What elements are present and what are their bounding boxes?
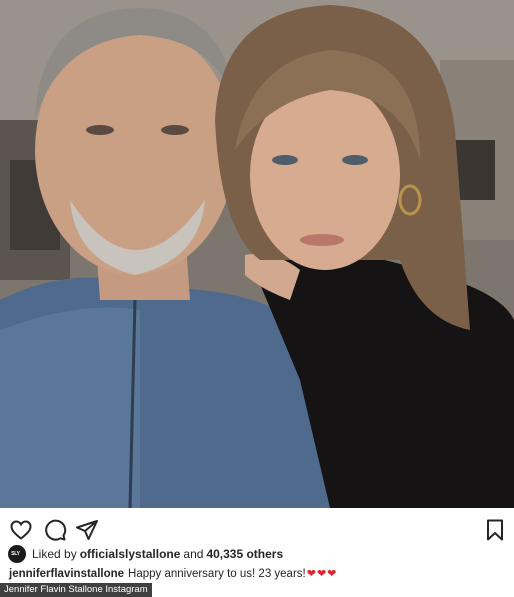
liker-avatar-text: SLY	[11, 551, 20, 557]
post-action-bar	[0, 512, 514, 548]
caption-heart-emoji: ❤	[316, 568, 327, 580]
photo-illustration	[0, 0, 514, 508]
liker-avatar[interactable]: SLY	[8, 545, 26, 563]
caption-heart-emoji: ❤	[327, 568, 337, 580]
comment-bubble-icon[interactable]	[43, 518, 67, 542]
likes-prefix: Liked by	[32, 547, 77, 561]
likes-summary: SLY Liked by officialslystallone and 40,…	[8, 544, 286, 564]
caption-username[interactable]: jenniferflavinstallone	[9, 568, 124, 580]
heart-outline-icon[interactable]	[9, 518, 33, 542]
liker-username[interactable]: officialslystallone	[80, 547, 181, 561]
post-caption: jenniferflavinstallone Happy anniversary…	[9, 567, 337, 581]
likes-connector: and	[183, 547, 204, 561]
post-photo[interactable]	[0, 0, 514, 508]
likes-count[interactable]: 40,335 others	[206, 547, 283, 561]
caption-text: Happy anniversary to us! 23 years!	[128, 567, 306, 580]
bookmark-icon[interactable]	[483, 518, 507, 542]
paper-plane-icon[interactable]	[75, 518, 99, 542]
photo-credit: Jennifer Flavin Stallone Instagram	[0, 583, 152, 597]
caption-heart-emoji: ❤	[306, 568, 316, 580]
